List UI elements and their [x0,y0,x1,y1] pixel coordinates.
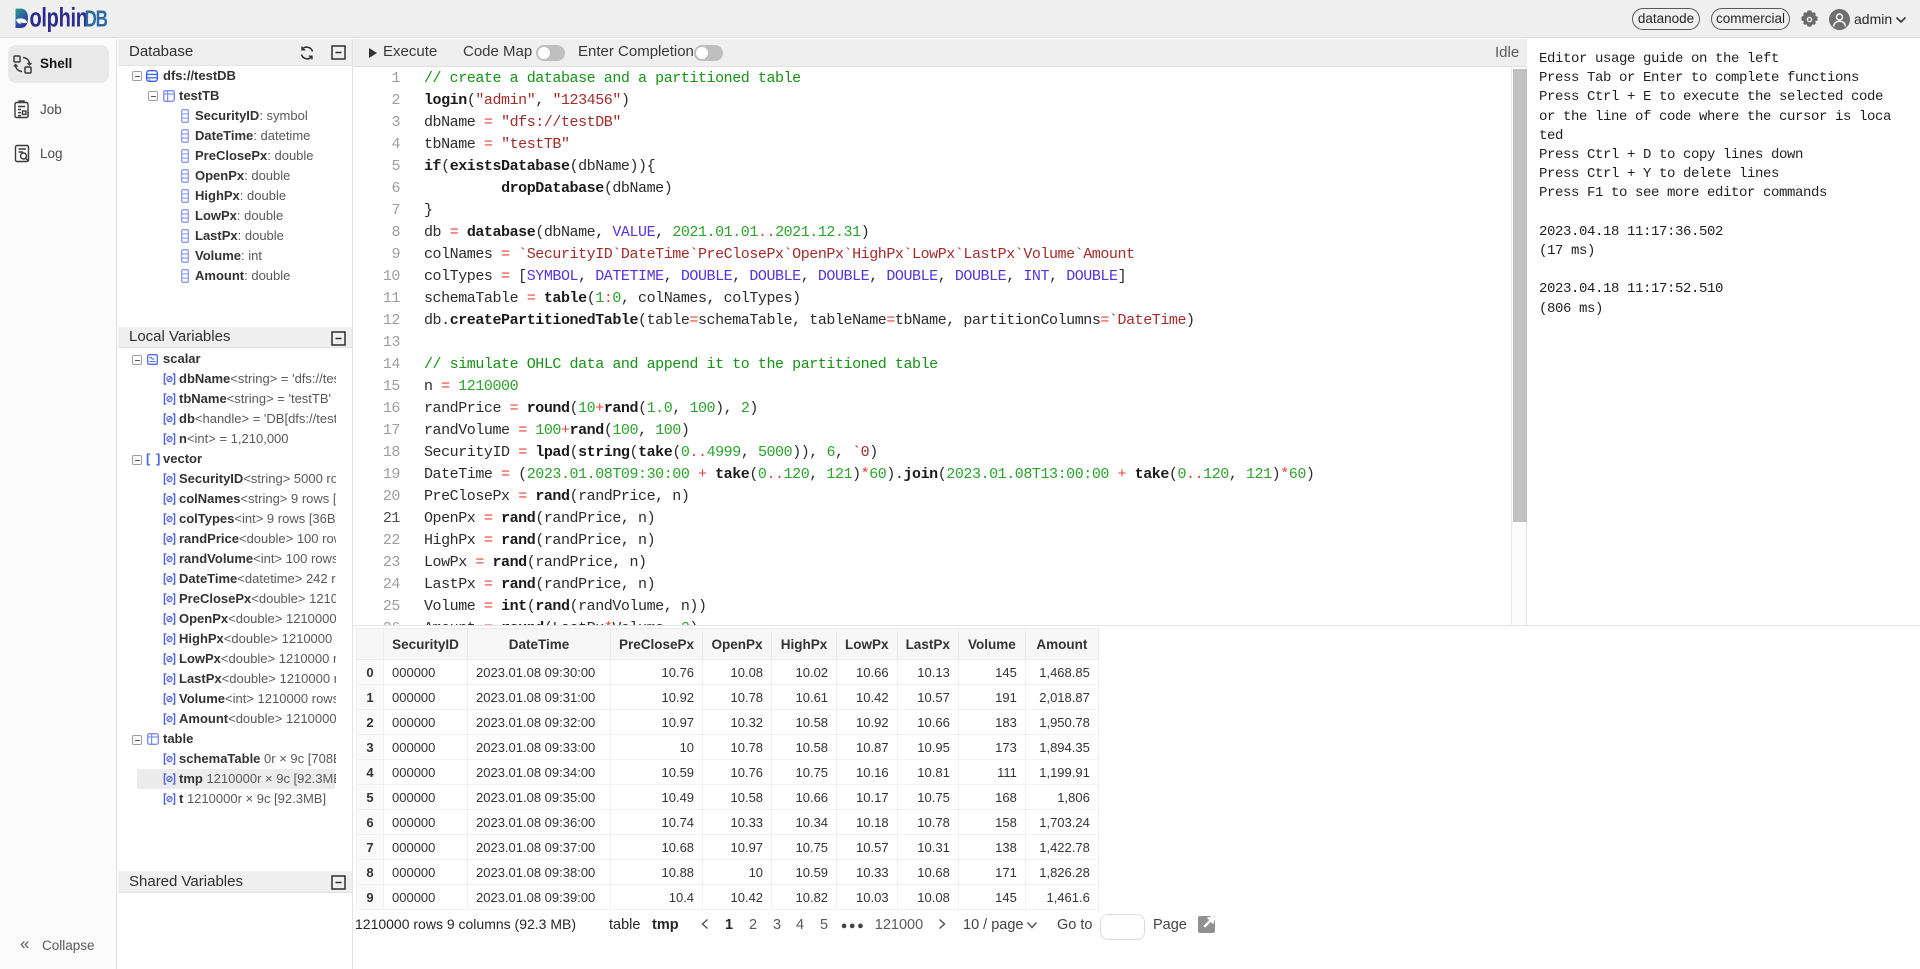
svg-text:DB: DB [85,7,108,32]
svg-text:olphin: olphin [30,7,88,33]
